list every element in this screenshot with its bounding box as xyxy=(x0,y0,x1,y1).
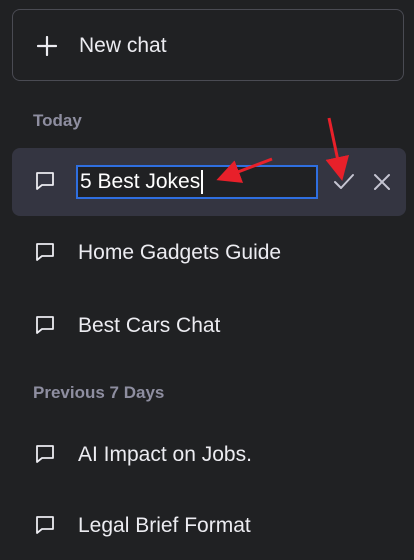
new-chat-label: New chat xyxy=(79,34,167,57)
chat-item-title: Best Cars Chat xyxy=(78,314,221,337)
chat-bubble-icon xyxy=(36,445,54,463)
section-title-previous-7-days: Previous 7 Days xyxy=(33,383,165,402)
text-caret xyxy=(201,170,204,195)
chat-item[interactable]: Best Cars Chat xyxy=(12,292,406,360)
chat-bubble-icon xyxy=(36,243,54,261)
chat-item-title: AI Impact on Jobs. xyxy=(78,443,252,466)
chat-history-sidebar: New chat Today 5 Best Jokes Home Gadgets… xyxy=(0,0,414,560)
close-icon[interactable] xyxy=(370,170,394,194)
chat-bubble-icon xyxy=(36,172,54,190)
chat-item[interactable]: AI Impact on Jobs. xyxy=(12,421,406,489)
rename-chat-input[interactable]: 5 Best Jokes xyxy=(76,165,318,199)
chat-bubble-icon xyxy=(36,516,54,534)
chat-item[interactable]: Home Gadgets Guide xyxy=(12,219,406,287)
check-icon[interactable] xyxy=(332,170,356,194)
chat-bubble-icon xyxy=(36,316,54,334)
chat-item-title: Legal Brief Format xyxy=(78,514,251,537)
plus-icon xyxy=(37,36,57,56)
section-title-today: Today xyxy=(33,111,82,130)
new-chat-button[interactable]: New chat xyxy=(12,9,404,81)
chat-item[interactable]: Legal Brief Format xyxy=(12,492,406,560)
chat-item-editing[interactable]: 5 Best Jokes xyxy=(12,148,406,216)
rename-chat-value: 5 Best Jokes xyxy=(80,170,201,193)
chat-item-title: Home Gadgets Guide xyxy=(78,241,282,264)
